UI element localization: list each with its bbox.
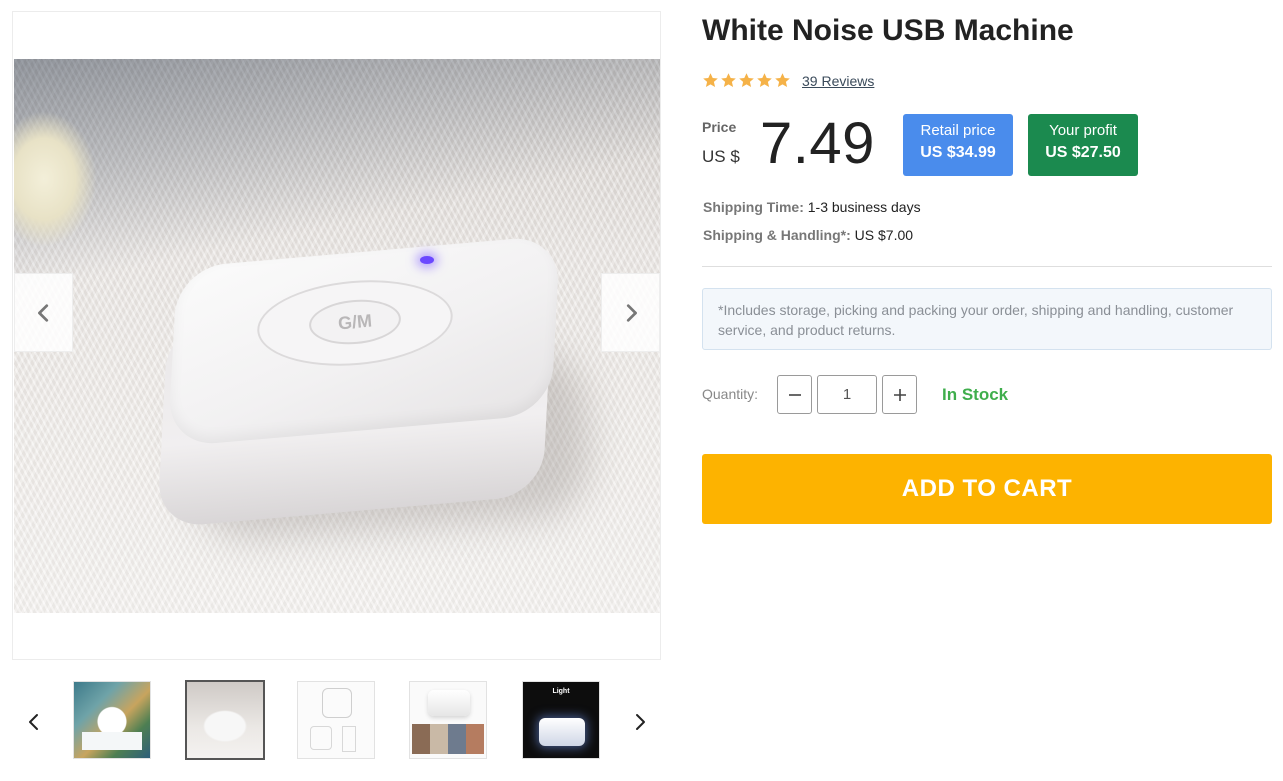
thumbnails-next-button[interactable] bbox=[628, 708, 652, 736]
stock-status: In Stock bbox=[942, 385, 1009, 404]
price-value: 7.49 bbox=[760, 111, 875, 176]
profit-badge: Your profit US $27.50 bbox=[1028, 114, 1138, 176]
main-product-image: G/M bbox=[12, 11, 661, 660]
shipping-time-value: 1-3 business days bbox=[807, 199, 921, 215]
minus-icon bbox=[788, 393, 801, 396]
reviews-link[interactable]: 39 Reviews bbox=[802, 73, 874, 89]
thumbnail-device bbox=[428, 690, 470, 716]
price-label: Price bbox=[702, 119, 737, 135]
thumbnail-2[interactable] bbox=[185, 680, 265, 760]
image-next-button[interactable] bbox=[601, 273, 660, 352]
quantity-decrease-button[interactable] bbox=[777, 375, 812, 414]
quantity-label: Quantity: bbox=[702, 386, 759, 402]
thumbnail-caption bbox=[82, 732, 142, 750]
star-icon bbox=[775, 73, 790, 87]
thumbnails-prev-button[interactable] bbox=[22, 708, 46, 736]
chevron-right-icon bbox=[636, 714, 645, 730]
rating-stars bbox=[702, 72, 791, 89]
quantity-increase-button[interactable] bbox=[882, 375, 917, 414]
thumbnail-5[interactable]: Light bbox=[522, 681, 600, 759]
star-icon bbox=[703, 73, 718, 87]
star-icon bbox=[739, 73, 754, 87]
device-led bbox=[420, 256, 434, 264]
thumbnail-title: Light bbox=[552, 688, 570, 695]
product-title: White Noise USB Machine bbox=[702, 14, 1074, 47]
shipping-time: Shipping Time: 1-3 business days bbox=[703, 199, 921, 215]
thumbnail-diagram bbox=[310, 726, 332, 750]
shipping-note: *Includes storage, picking and packing y… bbox=[702, 288, 1272, 350]
price-currency: US $ bbox=[702, 147, 740, 166]
thumbnail-1[interactable] bbox=[73, 681, 151, 759]
quantity-input[interactable] bbox=[817, 375, 877, 414]
thumbnail-diagram bbox=[342, 726, 356, 752]
retail-price-value: US $34.99 bbox=[920, 144, 996, 161]
thumbnail-scenes bbox=[412, 724, 484, 754]
profit-value: US $27.50 bbox=[1045, 144, 1121, 161]
shipping-handling-value: US $7.00 bbox=[854, 227, 914, 243]
shipping-time-label: Shipping Time: bbox=[703, 199, 804, 215]
chevron-right-icon bbox=[626, 303, 637, 322]
thumbnail-4[interactable] bbox=[409, 681, 487, 759]
shipping-handling: Shipping & Handling*: US $7.00 bbox=[703, 227, 913, 243]
chevron-left-icon bbox=[29, 714, 38, 730]
retail-price-label: Retail price bbox=[920, 122, 996, 139]
thumbnail-3[interactable] bbox=[297, 681, 375, 759]
retail-price-badge: Retail price US $34.99 bbox=[903, 114, 1013, 176]
star-icon bbox=[721, 73, 736, 87]
profit-label: Your profit bbox=[1049, 122, 1117, 139]
add-to-cart-button[interactable]: ADD TO CART bbox=[702, 454, 1272, 524]
thumbnail-diagram bbox=[322, 688, 352, 718]
shipping-handling-label: Shipping & Handling*: bbox=[703, 227, 851, 243]
thumbnail-device bbox=[539, 718, 585, 746]
chevron-left-icon bbox=[37, 303, 48, 322]
star-icon bbox=[757, 73, 772, 87]
product-photo: G/M bbox=[14, 59, 660, 613]
image-prev-button[interactable] bbox=[14, 273, 73, 352]
divider bbox=[702, 266, 1272, 267]
plus-icon bbox=[893, 388, 906, 401]
